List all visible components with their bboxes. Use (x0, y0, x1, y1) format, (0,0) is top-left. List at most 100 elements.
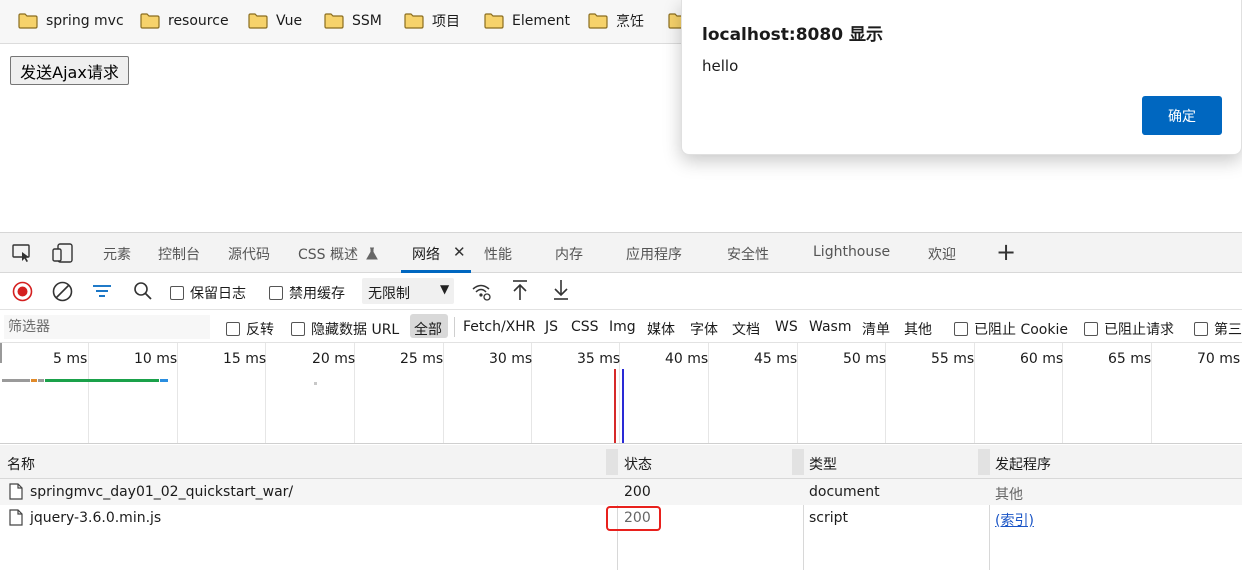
tab-lighthouse[interactable]: Lighthouse (813, 244, 890, 260)
timeline-tick-label: 5 ms (53, 351, 88, 367)
checkbox[interactable] (291, 322, 305, 336)
request-initiator: 其他 (995, 487, 1023, 503)
checkbox[interactable] (1194, 322, 1208, 336)
bookmark-label: resource (168, 13, 229, 29)
upload-icon[interactable] (511, 279, 529, 305)
send-ajax-button[interactable]: 发送Ajax请求 (10, 56, 129, 85)
timeline-tick-label: 40 ms (665, 351, 709, 367)
timeline-tick-label: 10 ms (134, 351, 178, 367)
tab-elements[interactable]: 元素 (103, 244, 131, 264)
document-file-icon (9, 483, 23, 500)
timeline-tick-label: 45 ms (754, 351, 798, 367)
timeline-tick-label: 55 ms (931, 351, 975, 367)
filter-icon[interactable] (92, 283, 112, 303)
tab-performance[interactable]: 性能 (484, 244, 512, 264)
checkbox-label: 已阻止 Cookie (974, 322, 1068, 338)
bookmark-label: spring mvc (46, 13, 124, 29)
bookmark-folder[interactable]: Vue (248, 10, 302, 32)
folder-icon (484, 13, 504, 29)
type-filter-media[interactable]: 媒体 (647, 319, 675, 339)
search-icon[interactable] (133, 281, 153, 305)
throttling-select[interactable]: 无限制 ▼ (362, 278, 454, 304)
folder-icon (404, 13, 424, 29)
tab-css-overview[interactable]: CSS 概述 (298, 244, 379, 264)
column-header-status[interactable]: 状态 (624, 454, 652, 474)
type-filter-ws[interactable]: WS (775, 319, 798, 335)
hide-data-urls-checkbox[interactable]: 隐藏数据 URL (291, 319, 399, 339)
chevron-down-icon: ▼ (440, 282, 450, 296)
type-filter-other[interactable]: 其他 (904, 319, 932, 339)
checkbox[interactable] (170, 286, 184, 300)
checkbox[interactable] (269, 286, 283, 300)
tab-console[interactable]: 控制台 (158, 244, 200, 264)
type-filter-all[interactable]: 全部 (414, 319, 442, 339)
timeline-bar-waiting (38, 379, 44, 382)
record-stop-icon[interactable] (12, 281, 33, 306)
timeline-tick-label: 35 ms (577, 351, 621, 367)
bookmark-folder[interactable]: Element (484, 10, 570, 32)
checkbox[interactable] (226, 322, 240, 336)
tab-memory[interactable]: 内存 (555, 244, 583, 264)
checkbox-label: 反转 (246, 322, 274, 338)
bookmark-folder[interactable]: resource (140, 10, 229, 32)
column-resize-handle[interactable] (978, 449, 990, 475)
bookmark-label: 项目 (432, 14, 460, 30)
folder-icon (588, 13, 608, 29)
type-filter-manifest[interactable]: 清单 (862, 319, 890, 339)
checkbox-label: 保留日志 (190, 286, 246, 302)
preserve-log-checkbox[interactable]: 保留日志 (170, 283, 246, 303)
download-icon[interactable] (552, 279, 570, 305)
bookmark-folder[interactable]: 烹饪 (588, 10, 644, 32)
checkbox-label: 已阻止请求 (1104, 322, 1174, 338)
bookmark-folder[interactable]: SSM (324, 10, 382, 32)
type-filter-js[interactable]: JS (545, 319, 558, 335)
tab-security[interactable]: 安全性 (727, 244, 769, 264)
tab-sources[interactable]: 源代码 (228, 244, 270, 264)
bookmark-folder[interactable]: spring mvc (18, 10, 124, 32)
column-header-initiator[interactable]: 发起程序 (995, 454, 1051, 474)
device-emulation-icon[interactable] (52, 243, 74, 267)
type-filter-fetch-xhr[interactable]: Fetch/XHR (463, 319, 536, 335)
network-overview-timeline[interactable]: 5 ms 10 ms 15 ms 20 ms 25 ms 30 ms 35 ms… (0, 343, 1242, 444)
network-toolbar: 保留日志 禁用缓存 无限制 ▼ (0, 273, 1242, 310)
type-filter-css[interactable]: CSS (571, 319, 599, 335)
checkbox[interactable] (954, 322, 968, 336)
column-resize-handle[interactable] (792, 449, 804, 475)
inspect-element-icon[interactable] (12, 244, 32, 266)
blocked-cookies-checkbox[interactable]: 已阻止 Cookie (954, 319, 1068, 339)
close-tab-icon[interactable]: ✕ (453, 243, 466, 261)
devtools-panel: 元素 控制台 源代码 CSS 概述 网络 ✕ 性能 内存 应用程序 安全性 Li… (0, 232, 1242, 570)
type-filter-doc[interactable]: 文档 (732, 319, 760, 339)
column-resize-handle[interactable] (606, 449, 618, 475)
ok-button[interactable]: 确定 (1142, 96, 1222, 135)
filter-input[interactable]: 筛选器 (4, 315, 210, 339)
add-tab-icon[interactable]: + (996, 238, 1016, 266)
timeline-tick-label: 15 ms (223, 351, 267, 367)
type-filter-wasm[interactable]: Wasm (809, 319, 851, 335)
network-conditions-icon[interactable] (471, 282, 493, 306)
bookmark-folder[interactable]: 项目 (404, 10, 460, 32)
table-row[interactable]: springmvc_day01_02_quickstart_war/ 200 d… (0, 479, 1242, 505)
tab-welcome[interactable]: 欢迎 (928, 244, 956, 264)
disable-cache-checkbox[interactable]: 禁用缓存 (269, 283, 345, 303)
blocked-requests-checkbox[interactable]: 已阻止请求 (1084, 319, 1174, 339)
column-header-name[interactable]: 名称 (7, 454, 35, 474)
bookmark-label: 烹饪 (616, 14, 644, 30)
column-header-type[interactable]: 类型 (809, 454, 837, 474)
load-event-marker (614, 369, 616, 443)
request-type: script (809, 510, 849, 526)
third-party-checkbox[interactable]: 第三 (1194, 319, 1242, 339)
clear-icon[interactable] (52, 281, 73, 306)
checkbox[interactable] (1084, 322, 1098, 336)
dialog-message: hello (702, 57, 739, 75)
invert-checkbox[interactable]: 反转 (226, 319, 274, 339)
bookmark-label: Element (512, 13, 570, 29)
tab-application[interactable]: 应用程序 (626, 244, 682, 264)
timeline-tick-label: 20 ms (312, 351, 356, 367)
tab-network[interactable]: 网络 (412, 244, 440, 264)
type-filter-img[interactable]: Img (609, 319, 636, 335)
timeline-tick-label: 60 ms (1020, 351, 1064, 367)
request-initiator-link[interactable]: (索引) (995, 510, 1034, 530)
type-filter-font[interactable]: 字体 (690, 319, 718, 339)
request-status: 200 (624, 484, 651, 500)
